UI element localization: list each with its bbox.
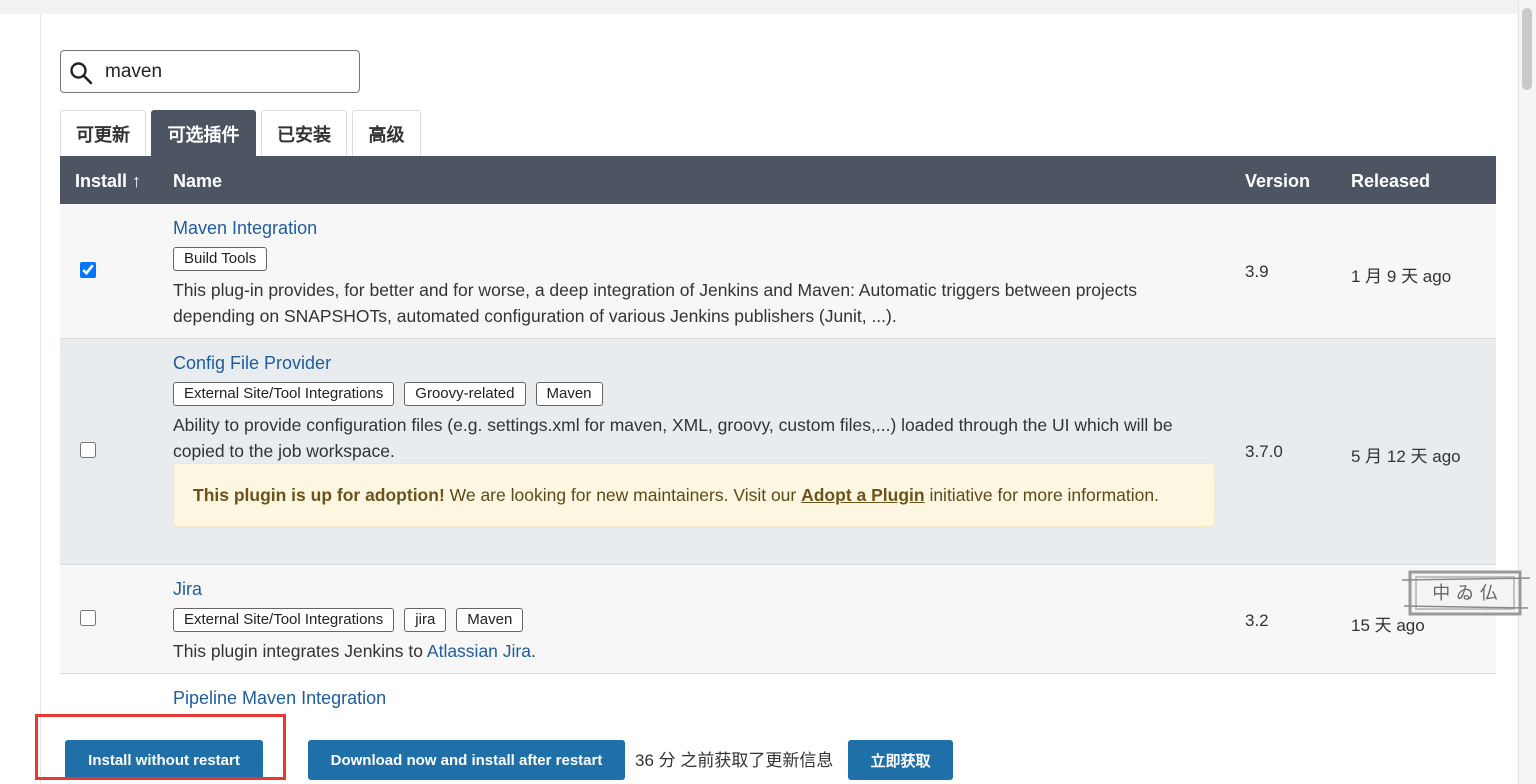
scrollbar-thumb[interactable]: [1522, 8, 1532, 90]
plugin-tags: Build Tools: [173, 247, 268, 271]
plugin-released: 5 月 12 天 ago: [1351, 447, 1461, 466]
table-row: Config File Provider External Site/Tool …: [60, 339, 1496, 565]
tab-advanced[interactable]: 高级: [352, 110, 421, 156]
adoption-text: We are looking for new maintainers. Visi…: [444, 485, 802, 505]
plugin-tags: External Site/Tool Integrations Groovy-r…: [173, 382, 603, 406]
install-checkbox[interactable]: [80, 610, 96, 626]
plugin-tag[interactable]: Build Tools: [173, 247, 268, 271]
description-text: .: [530, 641, 536, 661]
download-install-after-restart-button[interactable]: Download now and install after restart: [308, 740, 625, 780]
atlassian-jira-link[interactable]: Atlassian Jira: [427, 641, 531, 661]
search-box[interactable]: [60, 50, 360, 93]
adopt-plugin-link[interactable]: Adopt a Plugin: [801, 485, 924, 505]
install-without-restart-button[interactable]: Install without restart: [65, 740, 263, 780]
plugin-name-link[interactable]: Jira: [173, 579, 202, 600]
adoption-title: This plugin is up for adoption!: [193, 485, 445, 505]
tab-installed[interactable]: 已安装: [261, 110, 347, 156]
plugin-version: 3.2: [1245, 611, 1269, 630]
plugin-tag[interactable]: Maven: [535, 382, 603, 406]
plugin-name-link[interactable]: Pipeline Maven Integration: [173, 688, 386, 709]
plugin-name-link[interactable]: Config File Provider: [173, 353, 331, 374]
plugin-name-link[interactable]: Maven Integration: [173, 218, 317, 239]
plugin-version: 3.7.0: [1245, 442, 1283, 461]
tab-updates[interactable]: 可更新: [60, 110, 146, 156]
header-install[interactable]: Install ↑: [75, 171, 141, 192]
plugin-released: 1 月 9 天 ago: [1351, 267, 1452, 286]
search-icon: [70, 62, 93, 85]
plugin-description: This plug-in provides, for better and fo…: [173, 280, 1137, 326]
table-row: Maven Integration Build Tools This plug-…: [60, 204, 1496, 339]
fetch-now-button[interactable]: 立即获取: [848, 740, 953, 780]
install-checkbox[interactable]: [80, 262, 96, 278]
seal-stamp: 中 ゐ 仏: [1402, 570, 1530, 616]
search-input[interactable]: [105, 59, 345, 85]
plugin-description: This plugin integrates Jenkins to Atlass…: [173, 638, 1183, 664]
vertical-scrollbar[interactable]: [1518, 0, 1536, 784]
adoption-text: initiative for more information.: [924, 485, 1159, 505]
adoption-notice: This plugin is up for adoption! We are l…: [173, 463, 1215, 527]
install-checkbox[interactable]: [80, 442, 96, 458]
left-divider: [40, 14, 41, 784]
table-row: Jira External Site/Tool Integrations jir…: [60, 565, 1496, 674]
plugin-description: Ability to provide configuration files (…: [173, 415, 1173, 461]
header-released[interactable]: Released: [1351, 171, 1430, 192]
header-name[interactable]: Name: [173, 171, 222, 192]
description-text: This plugin integrates Jenkins to: [173, 641, 427, 661]
tab-available[interactable]: 可选插件: [151, 110, 256, 156]
plugin-tags: External Site/Tool Integrations jira Mav…: [173, 608, 524, 632]
svg-text:中 ゐ 仏: 中 ゐ 仏: [1432, 583, 1497, 604]
top-strip: [0, 0, 1518, 14]
plugin-tag[interactable]: External Site/Tool Integrations: [173, 382, 395, 406]
plugin-version: 3.9: [1245, 262, 1269, 281]
update-status-text: 36 分 之前获取了更新信息: [635, 751, 834, 770]
header-version[interactable]: Version: [1245, 171, 1310, 192]
table-header: Install ↑ Name Version Released: [60, 156, 1496, 204]
plugin-tag[interactable]: jira: [404, 608, 447, 632]
plugin-tag[interactable]: Groovy-related: [404, 382, 526, 406]
plugin-tag[interactable]: External Site/Tool Integrations: [173, 608, 395, 632]
plugin-tag[interactable]: Maven: [456, 608, 524, 632]
